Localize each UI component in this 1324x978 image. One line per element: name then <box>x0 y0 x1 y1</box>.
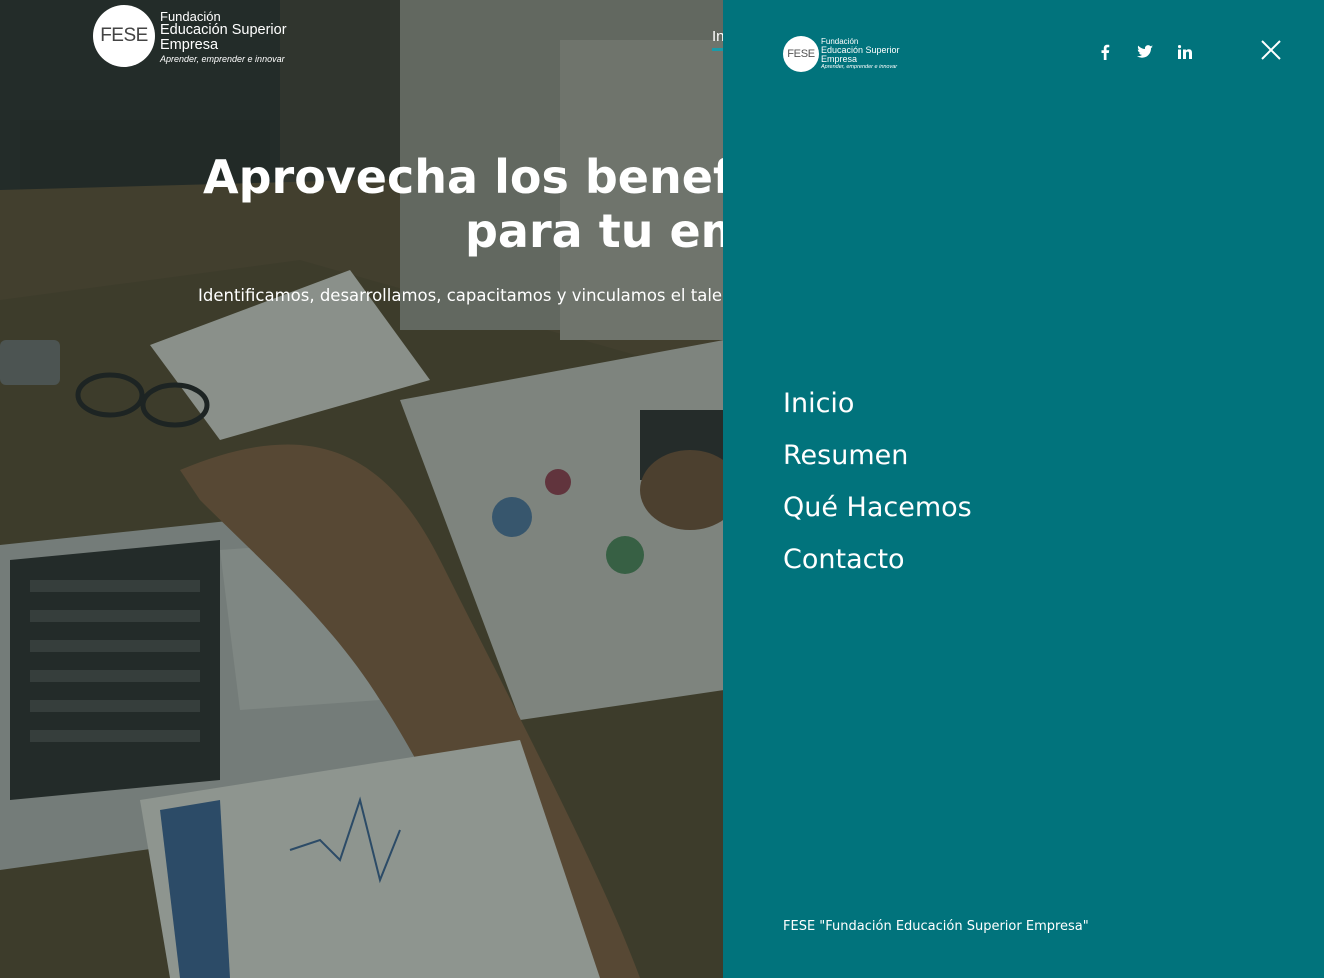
close-icon[interactable] <box>1257 36 1285 64</box>
drawer-logo-wordmark: Fundación Educación Superior Empresa Apr… <box>821 38 900 71</box>
logo-mark: FESE <box>93 5 155 67</box>
menu-item-inicio[interactable]: Inicio <box>783 378 972 430</box>
hero-section: FESE Fundación Educación Superior Empres… <box>0 0 724 978</box>
hero-logo[interactable]: FESE Fundación Educación Superior Empres… <box>93 5 313 69</box>
logo-line-3: Empresa <box>160 37 219 54</box>
hero-title-line-2: para tu em <box>465 204 724 258</box>
logo-tagline: Aprender, emprender e innovar <box>160 53 285 64</box>
hero-overlay <box>0 0 724 978</box>
hero-title: Aprovecha los benefic para tu em <box>203 150 724 258</box>
facebook-icon[interactable] <box>1095 42 1115 62</box>
logo-line-2: Educación Superior <box>160 22 287 39</box>
drawer-logo-line-3: Empresa <box>821 54 858 64</box>
menu-item-contacto[interactable]: Contacto <box>783 534 972 586</box>
logo-line-1: Fundación <box>160 9 221 24</box>
drawer-logo[interactable]: FESE Fundación Educación Superior Empres… <box>783 36 933 76</box>
hero-subtitle: Identificamos, desarrollamos, capacitamo… <box>198 286 724 305</box>
drawer-logo-tagline: Aprender, emprender e innovar <box>821 64 898 70</box>
page: FESE Fundación Educación Superior Empres… <box>0 0 1324 978</box>
logo-mark-text: FESE <box>100 25 148 46</box>
side-menu-drawer: FESE Fundación Educación Superior Empres… <box>723 0 1324 978</box>
menu-item-que-hacemos[interactable]: Qué Hacemos <box>783 482 972 534</box>
menu-item-resumen[interactable]: Resumen <box>783 430 972 482</box>
drawer-logo-mark: FESE <box>783 36 819 72</box>
twitter-icon[interactable] <box>1135 42 1155 62</box>
hero-title-line-1: Aprovecha los benefic <box>203 150 724 204</box>
drawer-footer-text: FESE "Fundación Educación Superior Empre… <box>783 919 1089 934</box>
drawer-logo-mark-text: FESE <box>787 48 815 60</box>
logo-wordmark: Fundación Educación Superior Empresa Apr… <box>160 10 287 64</box>
linkedin-icon[interactable] <box>1175 42 1195 62</box>
drawer-menu: Inicio Resumen Qué Hacemos Contacto <box>783 378 972 586</box>
